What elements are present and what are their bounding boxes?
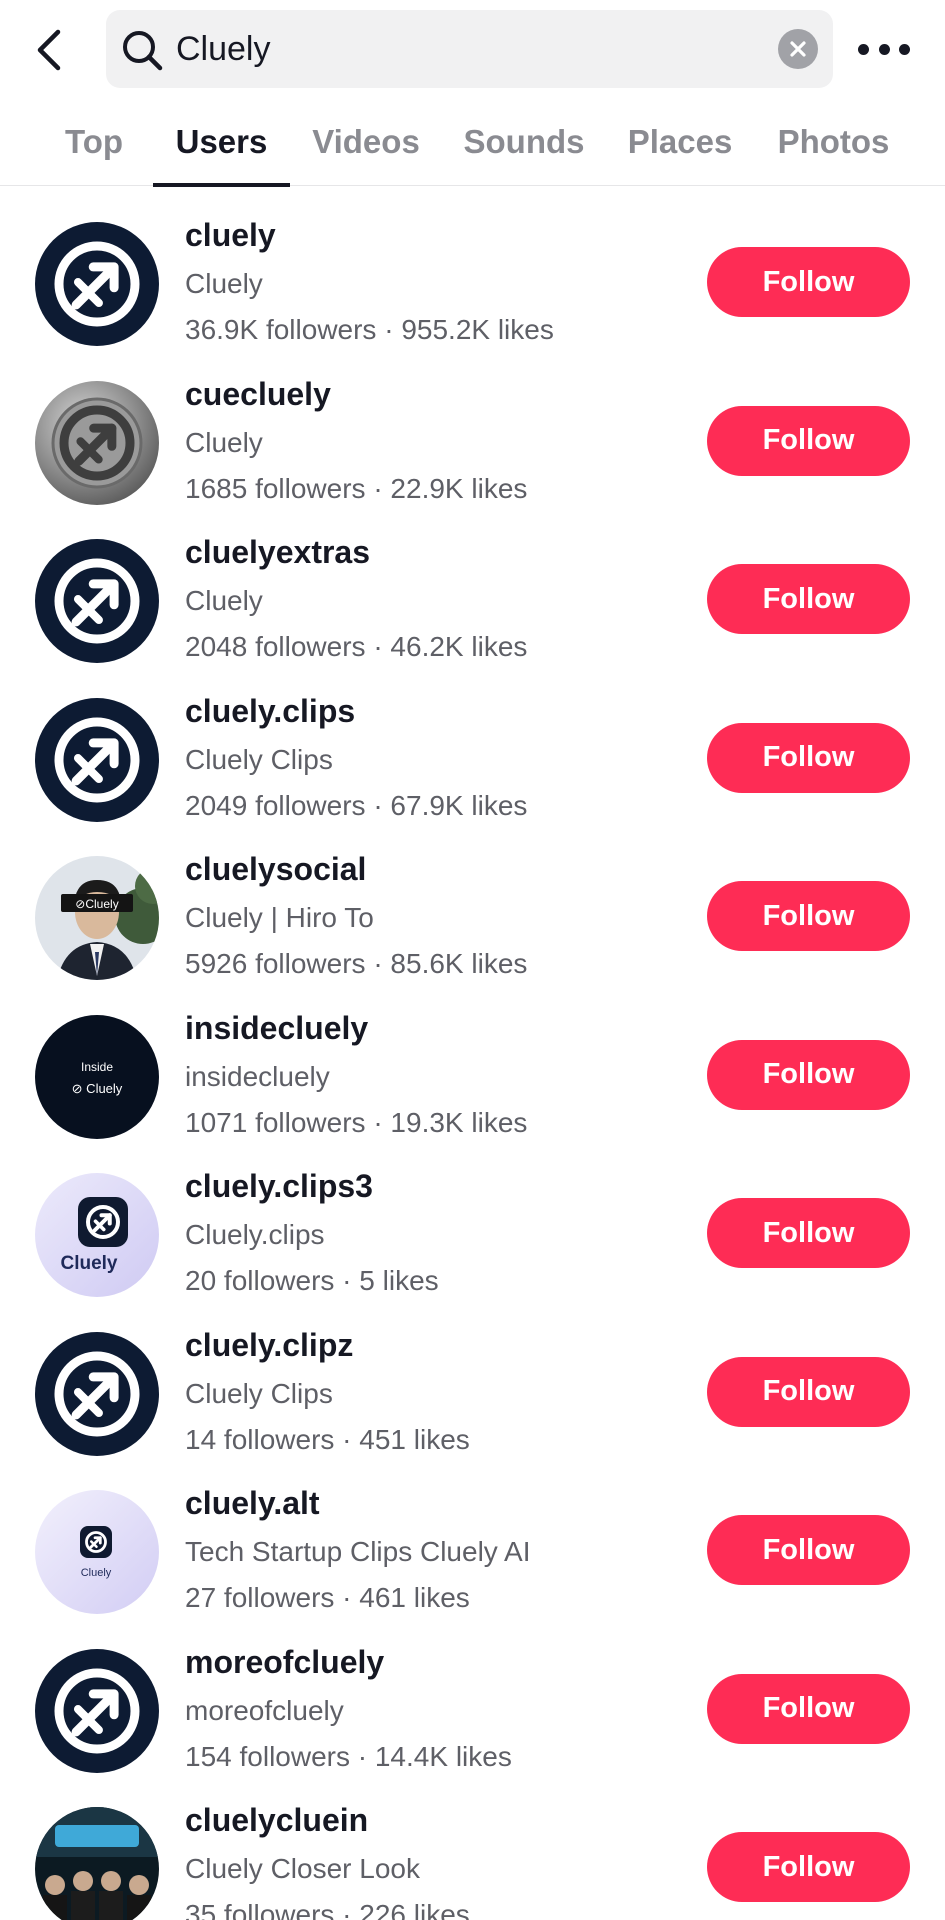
user-stats: 20 followers · 5 likes bbox=[185, 1265, 439, 1296]
user-stats: 1071 followers · 19.3K likes bbox=[185, 1106, 528, 1138]
nickname: moreofcluely bbox=[185, 1694, 344, 1726]
svg-text:Cluely: Cluely bbox=[81, 1567, 112, 1579]
follow-button[interactable]: Follow bbox=[707, 1356, 910, 1427]
user-stats: 36.9K followers · 955.2K likes bbox=[185, 314, 554, 345]
user-stats: 14 followers · 451 likes bbox=[185, 1423, 470, 1455]
user-avatar[interactable]: Cluely bbox=[35, 1173, 159, 1297]
nickname: Cluely Clips bbox=[185, 1377, 333, 1409]
user-avatar[interactable]: Inside ⊘ Cluely bbox=[35, 1014, 159, 1139]
user-avatar[interactable] bbox=[35, 380, 159, 505]
user-stats: 2048 followers · 46.2K likes bbox=[185, 631, 528, 662]
follow-button[interactable]: Follow bbox=[707, 1673, 910, 1744]
user-row[interactable]: cluely.clips Cluely Clips 2049 followers ·… bbox=[0, 663, 945, 822]
follow-button[interactable]: Follow bbox=[707, 1832, 910, 1902]
nickname: insidecluely bbox=[185, 1060, 330, 1092]
user-row[interactable]: Cluely cluely.alt Tech Startup Clips Cluel… bbox=[0, 1455, 945, 1614]
user-row[interactable]: Cluely cluely.clips3 Cluely.clips 20 follow… bbox=[0, 1138, 945, 1297]
tab-sounds[interactable]: Sounds bbox=[461, 98, 587, 186]
follow-button[interactable]: Follow bbox=[707, 1039, 910, 1110]
search-tabs: Top Users Videos Sounds Places Photos bbox=[0, 98, 945, 187]
svg-text:Cluely: Cluely bbox=[60, 1253, 117, 1274]
tab-top[interactable]: Top bbox=[46, 98, 142, 186]
svg-text:⊘Cluely: ⊘Cluely bbox=[75, 897, 118, 911]
tab-places[interactable]: Places bbox=[622, 98, 738, 186]
user-row[interactable]: Inside ⊘ Cluely insidecluely insidecluely 1… bbox=[0, 980, 945, 1139]
user-row[interactable]: moreofcluely moreofcluely 154 followers · … bbox=[0, 1614, 945, 1773]
username: cluely bbox=[185, 217, 276, 253]
user-avatar[interactable] bbox=[35, 539, 159, 663]
clear-icon bbox=[790, 41, 806, 57]
nickname: Cluely.clips bbox=[185, 1219, 325, 1250]
more-horizontal-icon bbox=[858, 43, 869, 55]
clear-search-button[interactable] bbox=[778, 29, 818, 69]
username: cluelysocial bbox=[185, 851, 367, 887]
follow-button[interactable]: Follow bbox=[707, 1198, 910, 1268]
user-stats: 5926 followers · 85.6K likes bbox=[185, 948, 528, 979]
user-results-list: cluely Cluely 36.9K followers · 955.2K lik… bbox=[0, 187, 945, 1920]
back-button[interactable] bbox=[26, 22, 72, 78]
nickname: Tech Startup Clips Cluely AI bbox=[185, 1536, 531, 1567]
search-results-page: TopUsersVideos Sounds Places Photos cluely C… bbox=[0, 0, 945, 1920]
user-avatar[interactable] bbox=[35, 1807, 159, 1920]
user-avatar[interactable] bbox=[35, 697, 159, 822]
user-row[interactable]: cluely.clipz Cluely Clips 14 followers · 4… bbox=[0, 1297, 945, 1456]
user-stats: 35 followers · 226 likes bbox=[185, 1899, 470, 1920]
username: cluely.clipz bbox=[185, 1326, 354, 1363]
svg-text:⊘ Cluely: ⊘ Cluely bbox=[72, 1081, 123, 1096]
chevron-left-icon bbox=[37, 29, 61, 71]
user-row[interactable]: cuecluely Cluely 1685 followers · 22.9K li… bbox=[0, 346, 945, 505]
user-stats: 1685 followers · 22.9K likes bbox=[185, 472, 528, 504]
user-row[interactable]: cluelycluein Cluely Closer Look 35 followe… bbox=[0, 1772, 945, 1920]
tab-users[interactable]: Users bbox=[153, 98, 290, 187]
svg-text:Inside: Inside bbox=[81, 1060, 113, 1074]
username: cluelyextras bbox=[185, 534, 371, 570]
user-stats: 154 followers · 14.4K likes bbox=[185, 1740, 512, 1772]
user-avatar[interactable]: Cluely bbox=[35, 1490, 159, 1614]
username: cluely.clips bbox=[185, 692, 356, 729]
username: cluelycluein bbox=[185, 1802, 369, 1838]
search-input[interactable] bbox=[176, 24, 736, 74]
more-options-button[interactable] bbox=[858, 26, 910, 72]
username: cluely.clips3 bbox=[185, 1168, 373, 1204]
username: moreofcluely bbox=[185, 1643, 385, 1680]
user-row[interactable]: cluely Cluely 36.9K followers · 955.2K lik… bbox=[0, 187, 945, 346]
follow-button[interactable]: Follow bbox=[707, 722, 910, 793]
user-row[interactable]: cluelyextras Cluely 2048 followers · 46.2K… bbox=[0, 504, 945, 663]
nickname: Cluely Closer Look bbox=[185, 1853, 420, 1884]
search-icon bbox=[123, 31, 163, 71]
user-stats: 27 followers · 461 likes bbox=[185, 1582, 470, 1613]
username: cluely.alt bbox=[185, 1485, 320, 1521]
search-box[interactable] bbox=[106, 10, 833, 88]
more-horizontal-icon bbox=[878, 43, 890, 55]
nickname: Cluely | Hiro To bbox=[185, 902, 374, 933]
nickname: Cluely bbox=[185, 426, 263, 458]
username: cuecluely bbox=[185, 375, 331, 412]
user-avatar[interactable]: ⊘Cluely bbox=[35, 856, 159, 980]
user-avatar[interactable] bbox=[35, 222, 159, 346]
tab-videos[interactable]: Videos bbox=[306, 98, 426, 186]
follow-button[interactable]: Follow bbox=[707, 881, 910, 951]
user-avatar[interactable] bbox=[35, 1648, 159, 1773]
user-row[interactable]: ⊘Cluely cluelysocial Cluely | Hiro To 5926 … bbox=[0, 821, 945, 980]
user-avatar[interactable] bbox=[35, 1331, 159, 1456]
tab-photos[interactable]: Photos bbox=[770, 98, 897, 186]
top-bar bbox=[0, 0, 945, 98]
nickname: Cluely bbox=[185, 585, 263, 616]
follow-button[interactable]: Follow bbox=[707, 405, 910, 476]
username: insidecluely bbox=[185, 1009, 369, 1046]
nickname: Cluely Clips bbox=[185, 743, 333, 775]
more-horizontal-icon bbox=[899, 43, 910, 55]
follow-button[interactable]: Follow bbox=[707, 564, 910, 634]
user-stats: 2049 followers · 67.9K likes bbox=[185, 789, 528, 821]
follow-button[interactable]: Follow bbox=[707, 1515, 910, 1585]
follow-button[interactable]: Follow bbox=[707, 247, 910, 317]
nickname: Cluely bbox=[185, 268, 263, 299]
